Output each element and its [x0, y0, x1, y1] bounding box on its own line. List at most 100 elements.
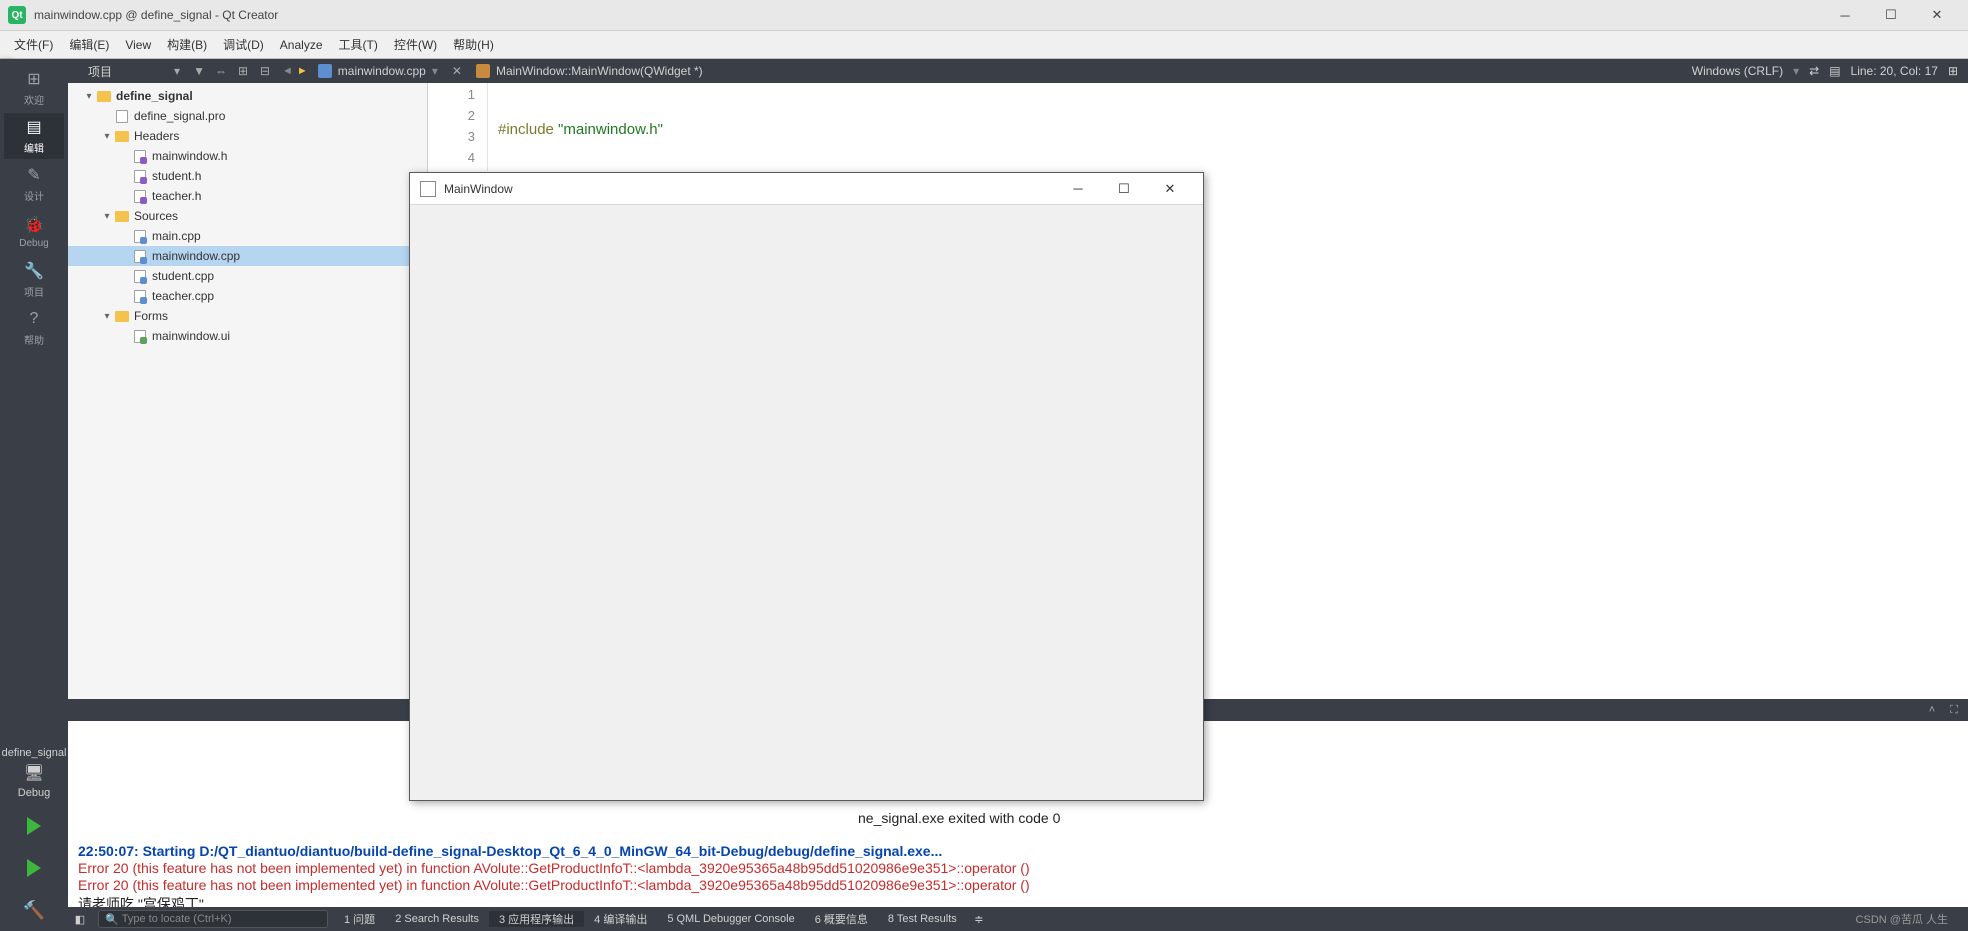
- tree-label: define_signal.pro: [134, 109, 225, 123]
- cpp-file-icon: [132, 229, 148, 243]
- panel-selector[interactable]: 项目: [68, 63, 162, 80]
- symbol-crumb[interactable]: MainWindow::MainWindow(QWidget *): [468, 64, 711, 78]
- chevron-icon[interactable]: ▾: [100, 131, 114, 142]
- status-tab-qml[interactable]: 5 QML Debugger Console: [657, 913, 804, 925]
- chevron-icon[interactable]: ▾: [82, 91, 96, 102]
- running-mainwindow[interactable]: MainWindow ─ ☐ ✕: [409, 172, 1204, 801]
- menu-file[interactable]: 文件(F): [6, 32, 61, 57]
- close-file[interactable]: ✕: [446, 64, 468, 78]
- chevron-icon[interactable]: ▾: [100, 311, 114, 322]
- float-app-icon: [420, 181, 436, 197]
- filter-icon[interactable]: ▼: [190, 62, 208, 80]
- tree-row[interactable]: ▾ Forms: [68, 306, 427, 326]
- tree-label: mainwindow.cpp: [152, 249, 240, 263]
- tree-row[interactable]: student.h: [68, 166, 427, 186]
- run-button[interactable]: [4, 809, 64, 843]
- status-tab-general[interactable]: 6 概要信息: [805, 911, 878, 927]
- menu-tools[interactable]: 工具(T): [331, 32, 386, 57]
- line-gutter: 1234: [428, 83, 488, 171]
- split-editor-icon[interactable]: ⊞: [1948, 64, 1958, 78]
- float-minimize[interactable]: ─: [1055, 174, 1101, 204]
- split-icon[interactable]: ⊞: [234, 62, 252, 80]
- help-icon: ?: [24, 309, 44, 329]
- close-button[interactable]: ✕: [1914, 0, 1960, 30]
- project-tree[interactable]: ▾define_signaldefine_signal.pro▾Headersm…: [68, 83, 428, 699]
- nav-help[interactable]: ?帮助: [4, 305, 64, 351]
- close-panel-icon[interactable]: ⊟: [256, 62, 274, 80]
- minimize-button[interactable]: ─: [1822, 0, 1868, 30]
- tree-label: Sources: [134, 209, 178, 223]
- window-title: mainwindow.cpp @ define_signal - Qt Crea…: [34, 8, 1822, 22]
- tree-row[interactable]: mainwindow.ui: [68, 326, 427, 346]
- menu-analyze[interactable]: Analyze: [272, 34, 331, 56]
- dropdown-icon[interactable]: ▾: [168, 62, 186, 80]
- menu-view[interactable]: View: [117, 34, 159, 56]
- menu-widgets[interactable]: 控件(W): [386, 32, 445, 57]
- nav-edit[interactable]: ▤编辑: [4, 113, 64, 159]
- output-up-icon[interactable]: ˄: [1924, 702, 1940, 718]
- tree-label: define_signal: [116, 89, 193, 103]
- tree-label: student.h: [152, 169, 201, 183]
- locator-input[interactable]: 🔍 Type to locate (Ctrl+K): [98, 910, 328, 928]
- nav-back[interactable]: ◄: [280, 65, 295, 77]
- tree-row[interactable]: ▾ define_signal: [68, 86, 427, 106]
- sidebar-toggle-icon[interactable]: ◧: [68, 913, 92, 926]
- file-crumb[interactable]: mainwindow.cpp ▾: [310, 64, 446, 78]
- more-tabs-icon[interactable]: ≑: [967, 913, 991, 926]
- tree-row[interactable]: teacher.h: [68, 186, 427, 206]
- tree-label: Forms: [134, 309, 168, 323]
- float-title: MainWindow: [444, 182, 1055, 196]
- float-maximize[interactable]: ☐: [1101, 174, 1147, 204]
- h-file-icon: [132, 169, 148, 183]
- menu-build[interactable]: 构建(B): [159, 32, 215, 57]
- menu-help[interactable]: 帮助(H): [445, 32, 502, 57]
- status-tab-search[interactable]: 2 Search Results: [385, 913, 489, 925]
- run-debug-button[interactable]: [4, 851, 64, 885]
- encoding-label[interactable]: Windows (CRLF): [1692, 64, 1783, 78]
- bug-icon: 🐞: [24, 215, 44, 235]
- folder-icon: [114, 129, 130, 143]
- tree-label: teacher.h: [152, 189, 201, 203]
- nav-forward[interactable]: ►: [295, 65, 310, 77]
- tree-row[interactable]: mainwindow.h: [68, 146, 427, 166]
- kit-selector[interactable]: define_signal 🖥 Debug: [0, 741, 70, 805]
- status-tab-issues[interactable]: 1 问题: [334, 911, 385, 927]
- maximize-button[interactable]: ☐: [1868, 0, 1914, 30]
- tree-row[interactable]: student.cpp: [68, 266, 427, 286]
- tree-label: mainwindow.ui: [152, 329, 230, 343]
- output-expand-icon[interactable]: ⛶: [1946, 702, 1962, 718]
- app-icon: Qt: [8, 6, 26, 24]
- wrench-icon: 🔧: [24, 261, 44, 281]
- tree-row[interactable]: main.cpp: [68, 226, 427, 246]
- tree-row[interactable]: teacher.cpp: [68, 286, 427, 306]
- h-file-icon: [132, 189, 148, 203]
- float-close[interactable]: ✕: [1147, 174, 1193, 204]
- toolbar-icon-1[interactable]: ⇄: [1809, 64, 1819, 78]
- cpp-file-icon: [318, 64, 332, 78]
- editor-toolbar: 项目 ▾ ▼ ⇔ ⊞ ⊟ ◄ ► mainwindow.cpp ▾ ✕ Main…: [68, 59, 1968, 83]
- design-icon: ✎: [24, 165, 44, 185]
- tree-row[interactable]: ▾ Sources: [68, 206, 427, 226]
- folder-icon: [96, 89, 112, 103]
- nav-debug[interactable]: 🐞Debug: [4, 209, 64, 255]
- link-icon[interactable]: ⇔: [212, 62, 230, 80]
- build-button[interactable]: 🔨: [4, 893, 64, 927]
- nav-welcome[interactable]: ⊞欢迎: [4, 65, 64, 111]
- toolbar-icon-2[interactable]: ▤: [1829, 64, 1840, 78]
- tree-row[interactable]: ▾Headers: [68, 126, 427, 146]
- status-tab-tests[interactable]: 8 Test Results: [878, 913, 967, 925]
- menu-edit[interactable]: 编辑(E): [61, 32, 117, 57]
- menu-debug[interactable]: 调试(D): [215, 32, 272, 57]
- chevron-icon[interactable]: ▾: [100, 211, 114, 222]
- grid-icon: ⊞: [24, 69, 44, 89]
- folder-icon: [114, 309, 130, 323]
- nav-design[interactable]: ✎设计: [4, 161, 64, 207]
- nav-projects[interactable]: 🔧项目: [4, 257, 64, 303]
- status-tab-compile[interactable]: 4 编译输出: [584, 911, 657, 927]
- tree-row[interactable]: define_signal.pro: [68, 106, 427, 126]
- status-tab-app-output[interactable]: 3 应用程序输出: [489, 911, 584, 927]
- float-titlebar[interactable]: MainWindow ─ ☐ ✕: [410, 173, 1203, 205]
- ui-file-icon: [132, 329, 148, 343]
- file-file-icon: [114, 109, 130, 123]
- tree-row[interactable]: mainwindow.cpp: [68, 246, 427, 266]
